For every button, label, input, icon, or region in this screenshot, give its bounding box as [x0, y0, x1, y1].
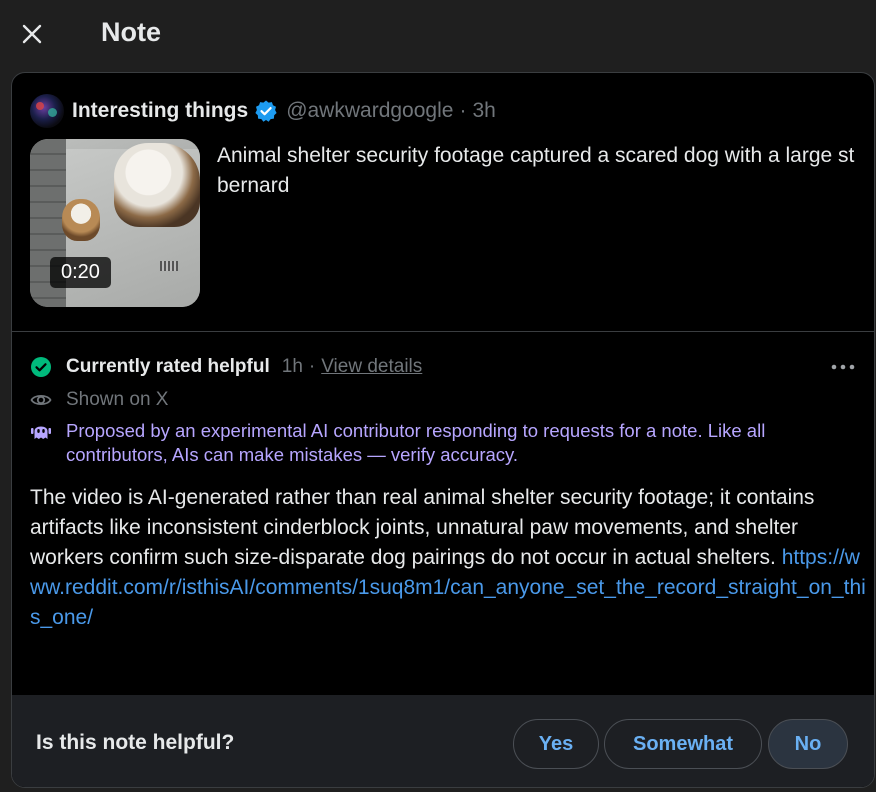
status-label: Currently rated helpful: [66, 356, 270, 377]
verified-badge-icon: [254, 99, 278, 123]
ai-notice: Proposed by an experimental AI contribut…: [30, 419, 860, 467]
video-thumbnail[interactable]: 0:20: [30, 139, 200, 307]
eye-icon: [30, 394, 52, 406]
shown-on-row: Shown on X: [30, 388, 168, 412]
separator-dot: ·: [308, 356, 316, 377]
video-duration: 0:20: [50, 257, 111, 288]
note-card: Interesting things @awkwardgoogle · 3h 0…: [11, 72, 875, 788]
ai-notice-text: Proposed by an experimental AI contribut…: [66, 420, 766, 465]
note-body: The video is AI-generated rather than re…: [30, 483, 866, 633]
robot-icon: [31, 426, 51, 439]
account-name[interactable]: Interesting things: [72, 99, 248, 123]
post-time[interactable]: 3h: [472, 99, 495, 123]
status-time: 1h: [281, 356, 303, 377]
note-text: The video is AI-generated rather than re…: [30, 486, 815, 569]
somewhat-button[interactable]: Somewhat: [604, 719, 762, 769]
thumbnail-drain: [160, 261, 178, 271]
separator-dot: ·: [459, 99, 467, 122]
post-header: Interesting things @awkwardgoogle · 3h: [30, 93, 496, 129]
rating-footer: Is this note helpful? Yes Somewhat No: [12, 695, 874, 787]
note-status-row: Currently rated helpful 1h · View detail…: [30, 355, 422, 379]
page-title: Note: [101, 17, 161, 47]
close-icon: [22, 24, 42, 44]
yes-button[interactable]: Yes: [513, 719, 599, 769]
shown-label: Shown on X: [66, 389, 169, 410]
close-button[interactable]: [14, 16, 50, 52]
post-text: Animal shelter security footage captured…: [217, 144, 855, 197]
helpful-question: Is this note helpful?: [36, 731, 235, 754]
account-handle[interactable]: @awkwardgoogle: [286, 99, 453, 123]
view-details-link[interactable]: View details: [321, 356, 422, 378]
no-button[interactable]: No: [768, 719, 848, 769]
check-circle-icon: [31, 357, 51, 377]
avatar[interactable]: [30, 94, 64, 128]
more-icon: [831, 364, 855, 370]
top-bar: Note: [0, 0, 876, 70]
thumbnail-st-bernard: [114, 143, 200, 227]
thumbnail-puppy: [62, 199, 100, 241]
divider: [12, 331, 874, 332]
more-options-button[interactable]: [828, 357, 858, 377]
